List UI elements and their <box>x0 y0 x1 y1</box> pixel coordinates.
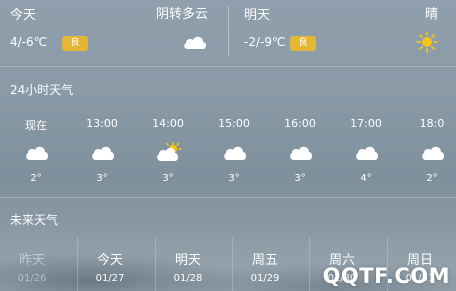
partly-cloudy-icon <box>156 142 182 162</box>
forecast-day-name: 周五 <box>251 253 278 268</box>
cloud-icon <box>288 142 314 162</box>
today-label: 今天 <box>10 8 37 23</box>
today-temp: 4/-6℃ <box>10 35 48 49</box>
column-divider <box>155 237 156 291</box>
today-aqi-badge: 良 <box>62 36 88 51</box>
sun-icon <box>416 31 438 53</box>
hourly-temp: 2° <box>30 173 42 184</box>
hourly-time: 14:00 <box>152 117 184 130</box>
watermark: QQTF.COM <box>322 264 450 288</box>
today-condition: 阴转多云 <box>155 7 208 22</box>
tomorrow-summary[interactable]: 明天 晴 -2/-9℃ 良 <box>228 0 456 64</box>
summary-panel: 今天 阴转多云 4/-6℃ 良 明天 晴 -2/-9℃ 良 <box>0 0 456 64</box>
cloud-icon <box>222 142 248 162</box>
hourly-title: 24小时天气 <box>10 83 74 97</box>
hourly-time: 现在 <box>25 119 47 132</box>
forecast-day-name: 今天 <box>96 253 123 268</box>
forecast-day-date: 01/26 <box>17 273 47 284</box>
hourly-temp: 2° <box>426 173 438 184</box>
today-summary[interactable]: 今天 阴转多云 4/-6℃ 良 <box>0 0 228 64</box>
cloud-icon <box>420 142 446 162</box>
tomorrow-temp: -2/-9℃ <box>244 35 286 49</box>
hourly-temp: 3° <box>294 173 306 184</box>
hourly-temp: 3° <box>162 173 174 184</box>
hourly-time: 17:00 <box>350 117 382 130</box>
tomorrow-condition: 晴 <box>424 7 438 22</box>
column-divider <box>309 237 310 291</box>
cloud-icon <box>354 142 380 162</box>
hourly-temp: 3° <box>96 173 108 184</box>
section-divider <box>0 197 456 198</box>
forecast-day-date: 01/29 <box>250 273 280 284</box>
forecast-day-name: 昨天 <box>18 253 45 268</box>
cloud-icon <box>24 142 50 162</box>
column-divider <box>232 237 233 291</box>
hourly-time: 16:00 <box>284 117 316 130</box>
hourly-time: 15:00 <box>218 117 250 130</box>
cloud-icon <box>90 142 116 162</box>
hourly-time: 18:0 <box>419 117 445 130</box>
forecast-day-date: 01/27 <box>95 273 125 284</box>
column-divider <box>77 237 78 291</box>
hourly-time: 13:00 <box>86 117 118 130</box>
hourly-temp: 3° <box>228 173 240 184</box>
tomorrow-label: 明天 <box>244 8 271 23</box>
forecast-day-date: 01/28 <box>173 273 203 284</box>
forecast-day-name: 明天 <box>174 253 201 268</box>
section-divider <box>0 66 456 67</box>
cloud-icon <box>184 36 206 49</box>
forecast-title: 未来天气 <box>10 213 59 227</box>
hourly-temp: 4° <box>360 173 372 184</box>
tomorrow-aqi-badge: 良 <box>290 36 316 51</box>
